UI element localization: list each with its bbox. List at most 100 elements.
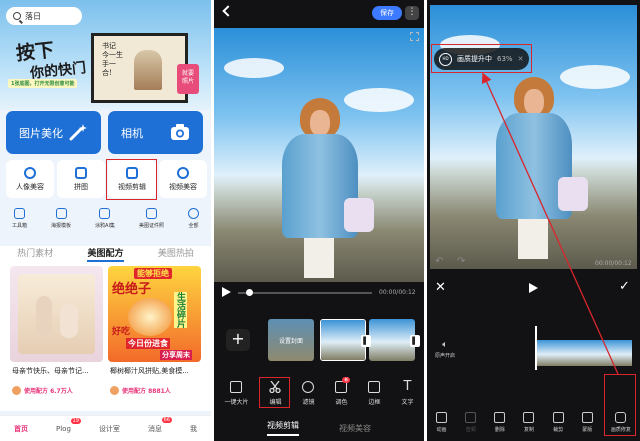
face-icon (24, 166, 36, 179)
tool-toolbox[interactable]: 工具箱 (12, 203, 27, 239)
audio-toggle[interactable]: 🔈︎ 原声开启 (435, 340, 455, 359)
nav-home[interactable]: 首页 (14, 424, 28, 434)
photo-beautify-button[interactable]: 图片美化 (6, 111, 101, 154)
tab-video-beauty[interactable]: 视频美容 (339, 423, 371, 434)
tool-label: 全部 (188, 223, 199, 229)
search-input[interactable]: 落日 (6, 7, 82, 25)
filter-icon (302, 381, 315, 393)
magic-wand-icon (69, 124, 87, 141)
nav-me[interactable]: 我 (190, 424, 197, 434)
poster-icon (55, 208, 67, 219)
video-preview[interactable] (214, 28, 424, 282)
crop-icon (552, 412, 564, 423)
legs-shape (304, 238, 334, 278)
card-usage: 使用配方 6.7万人 (12, 386, 73, 395)
clip-strip[interactable] (536, 340, 632, 366)
tab-hot-shots[interactable]: 美图热拍 (158, 246, 194, 262)
frame-badge: 就要 照片 (177, 64, 199, 94)
notification-badge: 19 (70, 417, 81, 424)
tool-label: 动画 (436, 427, 447, 433)
frame-icon (368, 381, 381, 393)
save-button[interactable]: 保存 (372, 6, 402, 20)
tab-video-edit[interactable]: 视频剪辑 (267, 420, 299, 436)
editor-toolbar: 一键大片 编辑 滤镜 新调色 边框 T 文字 (214, 377, 424, 406)
fullscreen-icon[interactable] (410, 32, 419, 41)
nav-plog[interactable]: Plog 19 (56, 417, 81, 433)
text-button[interactable]: T 文字 (401, 380, 414, 406)
play-icon[interactable] (222, 287, 231, 297)
tab-hot-material[interactable]: 热门素材 (17, 246, 53, 262)
card-title[interactable]: 椰树椰汁风拼贴,美食模... (110, 366, 202, 376)
progress-handle[interactable] (246, 289, 253, 296)
filter-button[interactable]: 滤镜 (302, 381, 315, 406)
doodle-icon (99, 208, 111, 219)
frame-handwritten-note: 书记 今一生 手一 合! (102, 42, 123, 77)
more-button[interactable]: ⋮ (405, 6, 419, 20)
nav-label: 消息 (147, 424, 162, 433)
transition-marker[interactable]: ▌ (410, 335, 420, 347)
nav-design-room[interactable]: 设计室 (99, 424, 120, 434)
redo-icon[interactable]: ↷ (457, 256, 465, 267)
audio-label: 原声开启 (435, 353, 456, 359)
collage-button[interactable]: 拼图 (57, 160, 105, 198)
card-overlay-text: 绝绝子 (112, 282, 152, 297)
adjust-icon: 新 (335, 377, 351, 393)
camera-button[interactable]: 相机 (108, 111, 203, 154)
playhead[interactable] (535, 326, 537, 370)
recipe-feed: 能够拒绝 绝绝子 好吃 生活碎片 今日份进食 分享周末 母亲节快乐、母亲节记..… (0, 262, 211, 411)
avatar (12, 386, 21, 395)
set-cover-button[interactable]: 设置封面 (268, 319, 314, 361)
tool-poster[interactable]: 海报模板 (51, 203, 71, 239)
mask-button[interactable]: 蒙版 (581, 412, 593, 433)
audio-icon (465, 412, 477, 423)
toolbox-icon (14, 208, 25, 219)
search-icon (13, 12, 21, 20)
photo-beautify-label: 图片美化 (19, 126, 63, 140)
usage-text: 使用配方 8881人 (122, 388, 171, 395)
play-icon[interactable] (529, 283, 538, 293)
tool-label: 美图证件照 (138, 223, 164, 229)
tab-recipes[interactable]: 美图配方 (87, 246, 124, 262)
banner-promo-text[interactable]: 1张底图，打开无限创意可能 (8, 79, 78, 88)
copy-button[interactable]: 复制 (523, 412, 535, 433)
undo-icon[interactable]: ↶ (435, 256, 443, 267)
id-photo-icon (145, 208, 157, 219)
card-overlay-text: 好吃 (112, 327, 131, 337)
card-title[interactable]: 母亲节快乐、母亲节记... (12, 366, 104, 376)
camera-label: 相机 (121, 126, 143, 140)
transition-marker[interactable]: ▌ (361, 335, 371, 347)
card-overlay-text: 生活碎片 (174, 292, 187, 328)
add-clip-button[interactable]: + (226, 329, 250, 351)
confirm-check-icon[interactable]: ✓ (619, 279, 630, 294)
time-display: 00:00/00:12 (595, 260, 632, 267)
tool-id-photo[interactable]: 美图证件照 (139, 203, 164, 239)
playback-progress-bar[interactable] (238, 292, 372, 294)
frame-button[interactable]: 边框 (368, 381, 381, 406)
crop-button[interactable]: 裁剪 (552, 412, 564, 433)
banner-photo-frame[interactable]: 书记 今一生 手一 合! 就要 照片 (91, 33, 199, 103)
portrait-beauty-button[interactable]: 人像美容 (6, 160, 54, 198)
tool-label: 调色 (335, 399, 348, 406)
new-badge: 新 (342, 377, 351, 383)
audio-button[interactable]: 音频 (465, 412, 477, 433)
video-beauty-button[interactable]: 视频美容 (159, 160, 207, 198)
recipe-card[interactable] (10, 266, 103, 362)
back-arrow-icon[interactable] (222, 5, 234, 17)
adjust-button[interactable]: 新调色 (335, 377, 351, 406)
tool-all[interactable]: 全部 (187, 203, 199, 239)
tool-ai-doodle[interactable]: 涂鸦AI集 (95, 203, 115, 239)
timeline-clip[interactable] (320, 319, 366, 361)
auto-film-button[interactable]: 一键大片 (224, 381, 249, 406)
timeline-clip[interactable] (369, 319, 415, 361)
recipe-card[interactable]: 能够拒绝 绝绝子 好吃 生活碎片 今日份进食 分享周末 (108, 266, 201, 362)
close-icon[interactable]: ✕ (435, 280, 446, 295)
animation-button[interactable]: 动画 (436, 412, 448, 433)
copy-icon (523, 412, 535, 423)
tool-label: 删除 (494, 427, 505, 433)
collage-label: 拼图 (74, 182, 88, 191)
nav-messages[interactable]: 消息 66 (147, 416, 172, 434)
notification-badge: 66 (161, 416, 172, 423)
delete-button[interactable]: 删除 (494, 412, 506, 433)
tool-label: 文字 (401, 399, 414, 406)
time-display: 00:00/00:12 (379, 289, 416, 296)
